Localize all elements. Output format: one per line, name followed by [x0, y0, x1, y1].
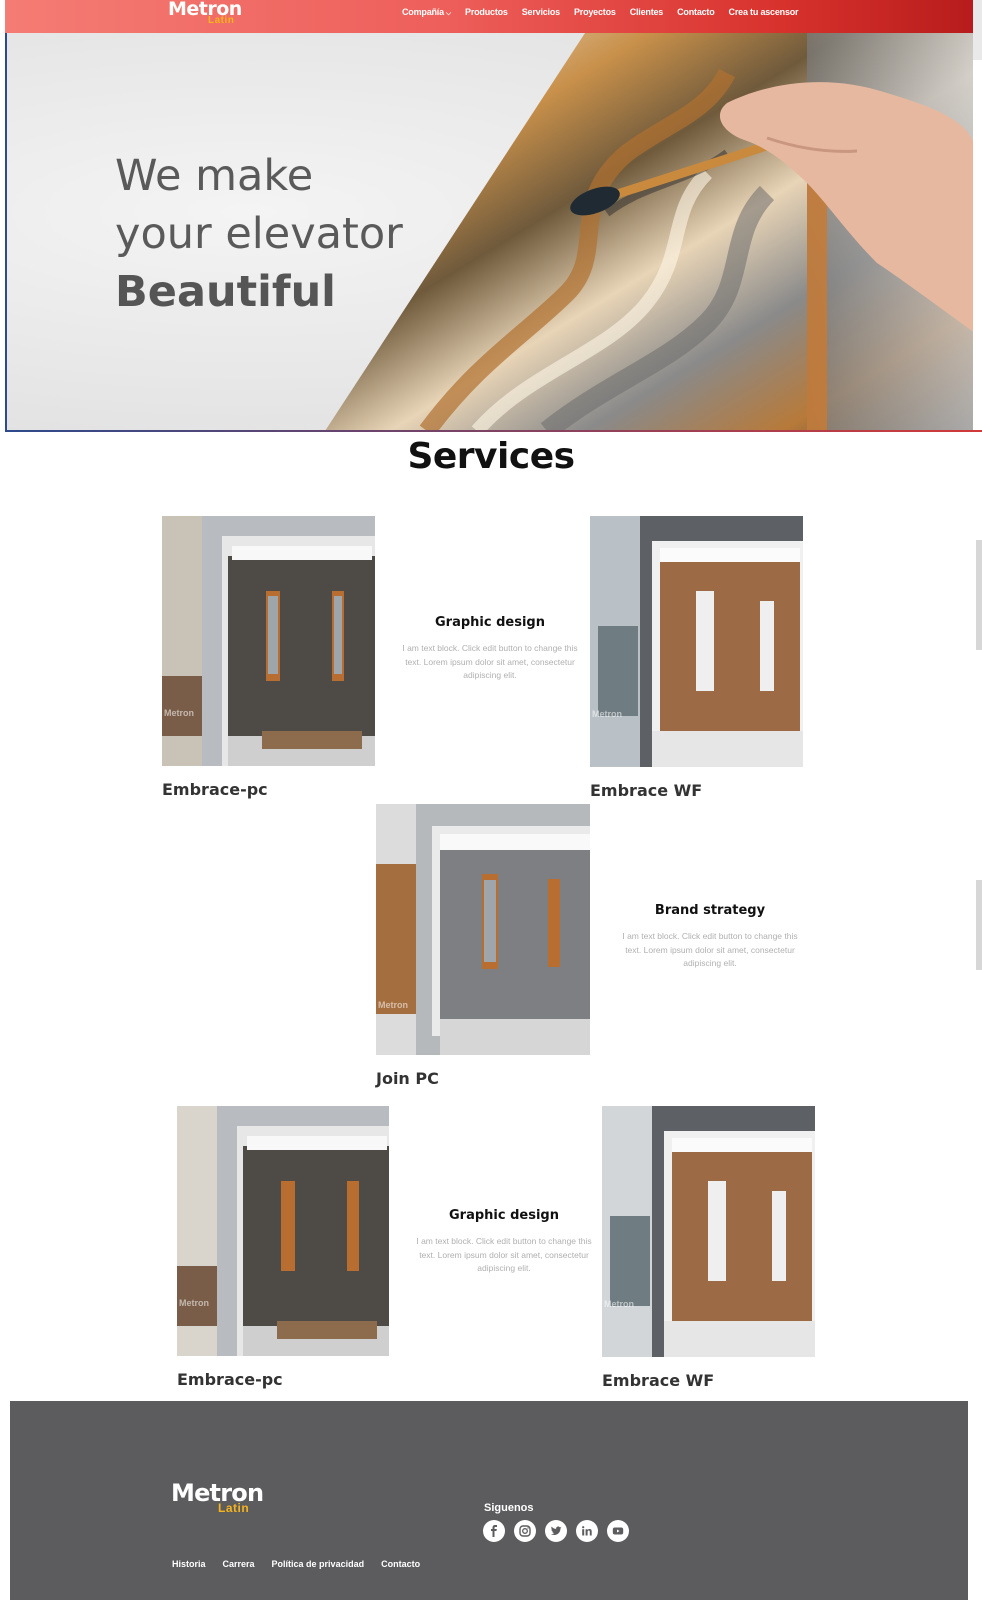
scrollbar-thumb[interactable]: [976, 540, 982, 650]
site-footer: Metron Latin Siguenos Historia Carrera P…: [10, 1401, 968, 1600]
main-menu: Compañía ⌵ Productos Servicios Proyectos …: [402, 7, 812, 18]
card-name-embrace-pc-2[interactable]: Embrace-pc: [177, 1370, 283, 1389]
youtube-icon[interactable]: [607, 1520, 629, 1542]
card-name-embrace-wf[interactable]: Embrace WF: [590, 781, 702, 800]
elevator-cabin-illustration: [162, 516, 375, 766]
footer-links: Historia Carrera Política de privacidad …: [172, 1559, 437, 1569]
service-text: I am text block. Click edit button to ch…: [416, 1236, 592, 1273]
metron-logo[interactable]: Metron Latin: [168, 0, 242, 32]
menu-item-compania[interactable]: Compañía ⌵: [402, 7, 451, 18]
hero-divider: [5, 430, 982, 432]
service-text: I am text block. Click edit button to ch…: [622, 931, 798, 968]
hero-headline: We make your elevator Beautiful: [115, 147, 403, 321]
service-block-graphic-design-2: Graphic design I am text block. Click ed…: [414, 1208, 594, 1276]
follow-us-label: Siguenos: [484, 1502, 534, 1514]
logo-sub-text: Latin: [218, 1501, 250, 1515]
elevator-image-embrace-pc[interactable]: Metron: [162, 516, 375, 766]
elevator-image-embrace-pc-2[interactable]: Metron: [177, 1106, 389, 1356]
service-title: Graphic design: [449, 1208, 559, 1223]
hero-line-1: We make: [115, 151, 314, 201]
card-name-embrace-wf-2[interactable]: Embrace WF: [602, 1371, 714, 1390]
instagram-icon[interactable]: [514, 1520, 536, 1542]
elevator-cabin-illustration: [177, 1106, 389, 1356]
service-title: Brand strategy: [654, 903, 766, 918]
elevator-cabin-illustration: [376, 804, 590, 1055]
menu-item-clientes[interactable]: Clientes: [630, 7, 664, 18]
card-name-embrace-pc[interactable]: Embrace-pc: [162, 780, 268, 799]
menu-item-proyectos[interactable]: Proyectos: [574, 7, 616, 18]
top-navigation-bar: Metron Latin Compañía ⌵ Productos Servici…: [5, 0, 973, 33]
watermark-text: Metron: [378, 1000, 408, 1010]
elevator-image-join-pc[interactable]: Metron: [376, 804, 590, 1055]
hero-line-3: Beautiful: [115, 267, 336, 317]
services-heading: Services: [407, 436, 575, 477]
service-block-brand-strategy: Brand strategy I am text block. Click ed…: [620, 903, 800, 971]
footer-metron-logo[interactable]: Metron Latin: [171, 1479, 264, 1519]
watermark-text: Metron: [592, 709, 622, 719]
social-icons: [483, 1520, 638, 1542]
chevron-down-icon: ⌵: [445, 10, 452, 17]
linkedin-icon[interactable]: [576, 1520, 598, 1542]
twitter-icon[interactable]: [545, 1520, 567, 1542]
logo-sub-text: Latin: [208, 15, 235, 26]
service-title: Graphic design: [435, 615, 545, 630]
scrollbar-thumb[interactable]: [976, 880, 982, 970]
footer-link-carrera[interactable]: Carrera: [223, 1559, 255, 1569]
elevator-image-embrace-wf-2[interactable]: Metron: [602, 1106, 815, 1357]
hero-line-2: your elevator: [115, 209, 403, 259]
menu-item-label: Compañía: [402, 7, 444, 17]
footer-link-privacidad[interactable]: Política de privacidad: [272, 1559, 365, 1569]
facebook-icon[interactable]: [483, 1520, 505, 1542]
footer-link-contacto[interactable]: Contacto: [381, 1559, 420, 1569]
elevator-image-embrace-wf[interactable]: Metron: [590, 516, 803, 767]
footer-link-historia[interactable]: Historia: [172, 1559, 206, 1569]
service-text: I am text block. Click edit button to ch…: [402, 643, 578, 680]
menu-item-productos[interactable]: Productos: [465, 7, 508, 18]
menu-item-crea-tu-ascensor[interactable]: Crea tu ascensor: [729, 7, 799, 18]
watermark-text: Metron: [164, 708, 194, 718]
watermark-text: Metron: [604, 1299, 634, 1309]
card-name-join-pc[interactable]: Join PC: [376, 1069, 439, 1088]
menu-item-servicios[interactable]: Servicios: [522, 7, 560, 18]
hero-banner: We make your elevator Beautiful: [5, 33, 973, 431]
scrollbar-strip[interactable]: [973, 0, 982, 60]
service-block-graphic-design: Graphic design I am text block. Click ed…: [400, 615, 580, 683]
menu-item-contacto[interactable]: Contacto: [677, 7, 715, 18]
elevator-cabin-illustration: [602, 1106, 815, 1357]
watermark-text: Metron: [179, 1298, 209, 1308]
elevator-cabin-illustration: [590, 516, 803, 767]
